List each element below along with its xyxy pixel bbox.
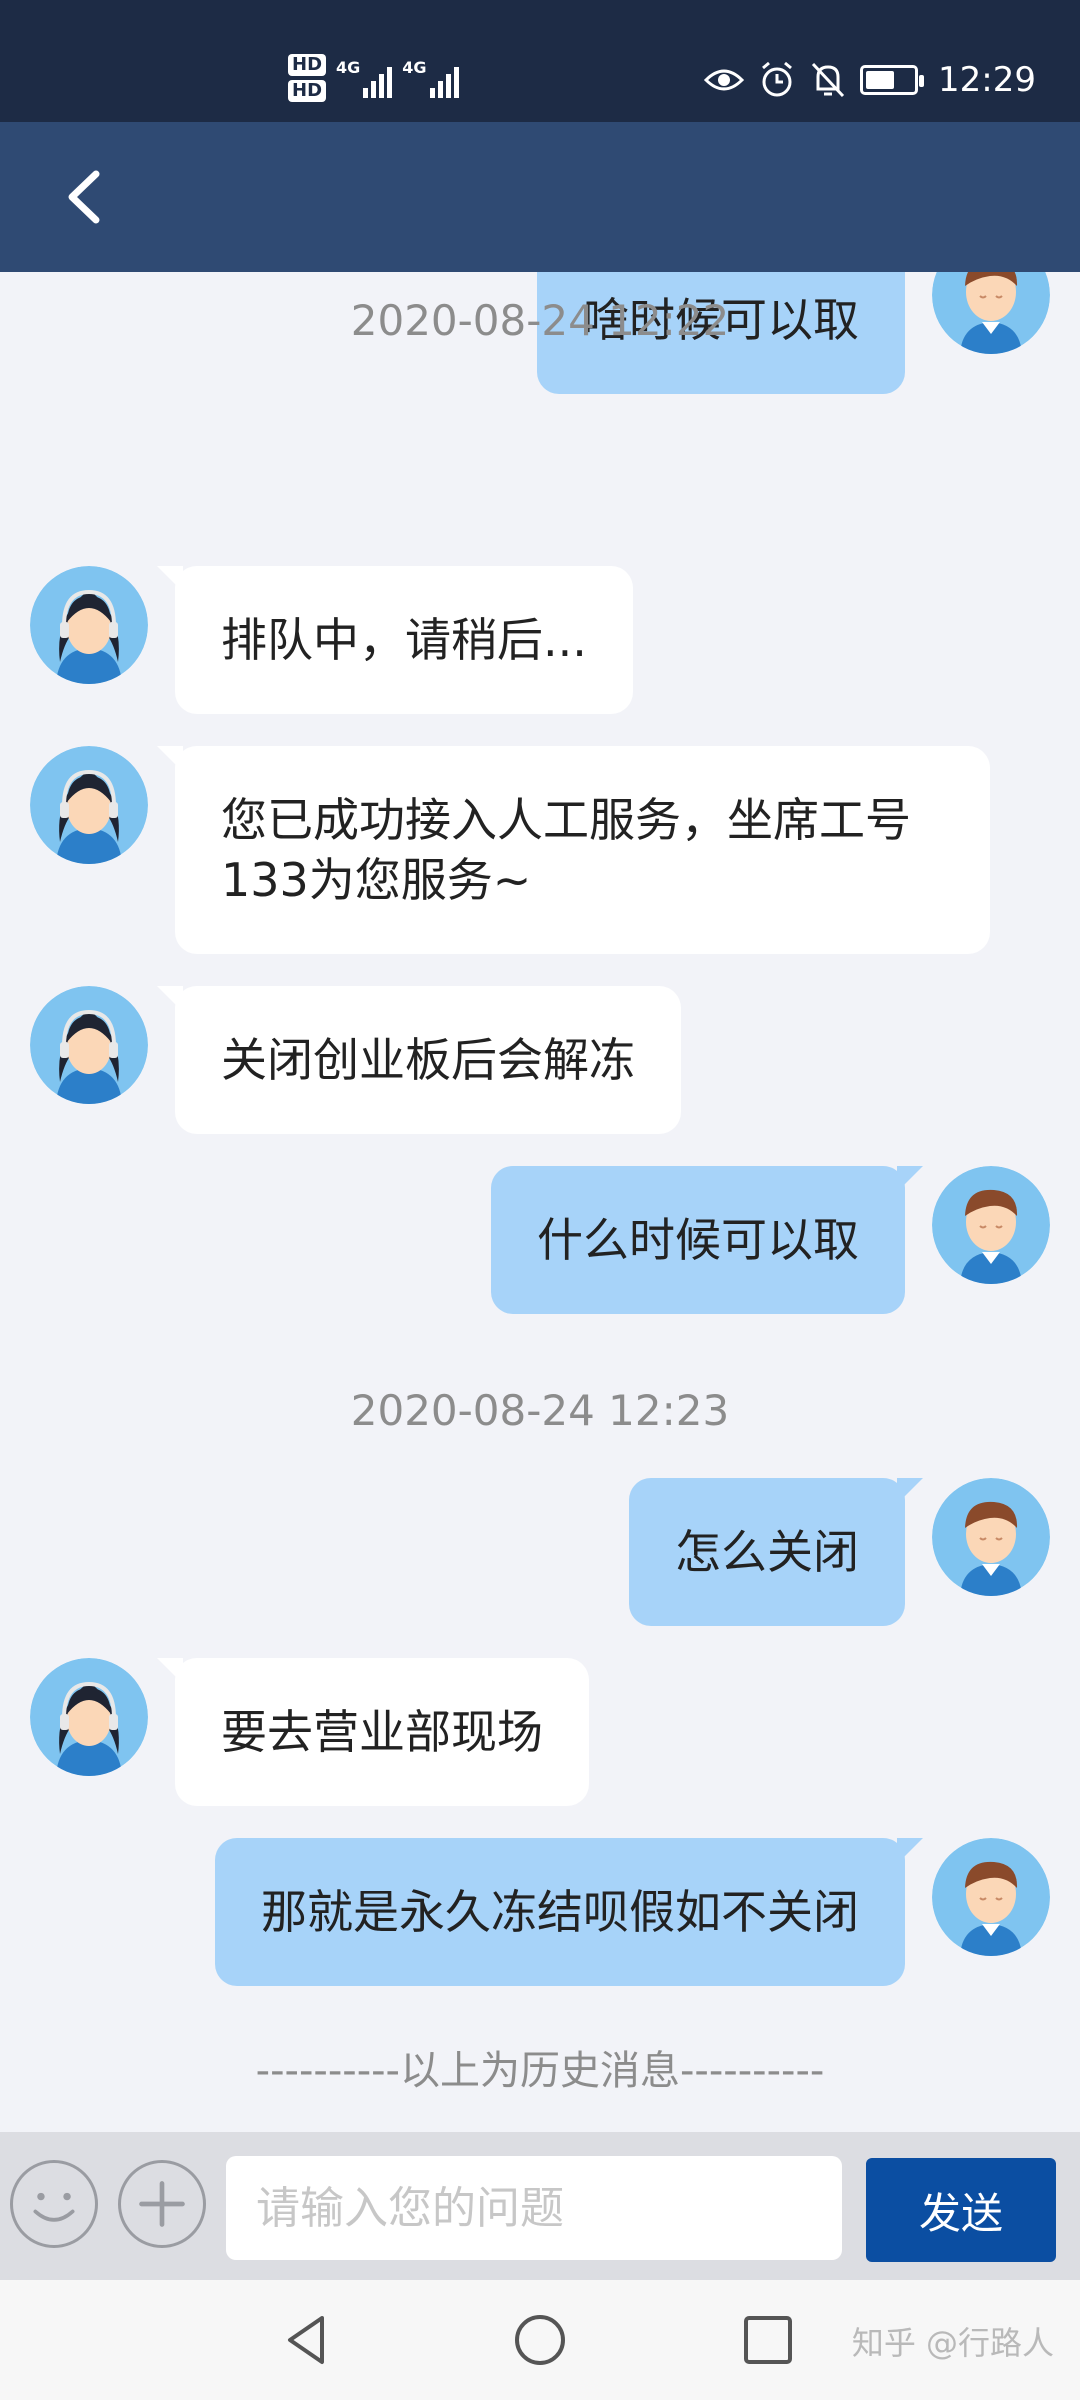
back-triangle-icon[interactable]	[278, 2310, 338, 2370]
network-type-2: 4G	[402, 58, 427, 77]
input-bar: 发送	[0, 2132, 1080, 2280]
user-message-bubble: 那就是永久冻结呗假如不关闭	[215, 1838, 923, 1986]
send-button[interactable]: 发送	[866, 2158, 1056, 2262]
agent-avatar	[30, 986, 148, 1104]
status-right: 12:29	[704, 50, 1036, 110]
message-timestamp: 2020-08-24 12:22	[350, 296, 730, 345]
chevron-left-icon[interactable]	[52, 162, 122, 232]
history-divider: ----------以上为历史消息----------	[255, 2048, 825, 2094]
alarm-icon	[762, 61, 792, 97]
status-left: HD HD 4G 4G	[288, 48, 459, 108]
user-avatar	[932, 1478, 1050, 1596]
watermark: 知乎 @行路人	[851, 2324, 1054, 2362]
agent-message-bubble: 排队中，请稍后...	[157, 566, 633, 714]
hd-indicators: HD HD	[288, 54, 327, 102]
chat-area[interactable]: 啥时候可以取 2020-08-24 12:22 排队中，请稍后... 您已成功接…	[0, 272, 1080, 2132]
signal-icon-1: 4G	[336, 58, 393, 98]
network-type-1: 4G	[336, 58, 361, 77]
agent-message-bubble: 要去营业部现场	[157, 1658, 589, 1806]
hd-badge-1: HD	[288, 54, 327, 76]
agent-avatar	[30, 566, 148, 684]
hd-badge-2: HD	[288, 80, 327, 102]
bell-off-icon	[811, 62, 845, 98]
system-nav-bar: 知乎 @行路人	[0, 2280, 1080, 2400]
smiley-icon[interactable]	[10, 2160, 98, 2248]
user-avatar	[932, 1166, 1050, 1284]
nav-bar	[0, 122, 1080, 272]
agent-avatar	[30, 746, 148, 864]
user-message-bubble: 怎么关闭	[629, 1478, 923, 1626]
agent-message-bubble: 关闭创业板后会解冻	[157, 986, 681, 1134]
message-input[interactable]	[226, 2156, 842, 2260]
home-circle-icon[interactable]	[510, 2310, 570, 2370]
agent-avatar	[30, 1658, 148, 1776]
agent-message-bubble: 您已成功接入人工服务，坐席工号133为您服务~	[157, 746, 990, 954]
battery-icon	[860, 65, 925, 95]
status-bar: HD HD 4G 4G 12:29	[0, 0, 1080, 122]
status-time: 12:29	[938, 60, 1036, 100]
plus-icon[interactable]	[118, 2160, 206, 2248]
user-avatar	[932, 1838, 1050, 1956]
signal-icon-2: 4G	[402, 58, 459, 98]
user-message-bubble: 什么时候可以取	[491, 1166, 923, 1314]
recents-square-icon[interactable]	[738, 2310, 798, 2370]
message-timestamp: 2020-08-24 12:23	[350, 1386, 730, 1435]
eye-icon	[704, 69, 745, 91]
